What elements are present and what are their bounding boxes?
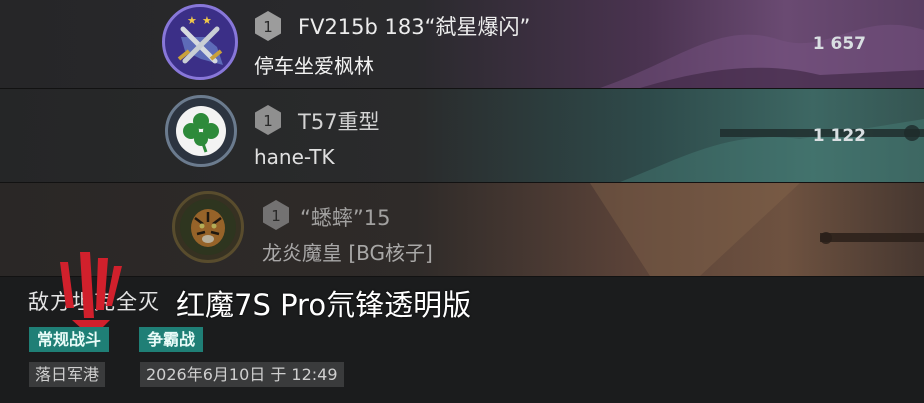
player-row-2[interactable]: 1 T57重型 hane-TK 1 122 (0, 89, 924, 182)
battle-mode-tag: 争霸战 (139, 327, 204, 352)
svg-text:1: 1 (271, 207, 281, 225)
vehicle-name: T57重型 (298, 110, 380, 134)
player-name: 龙炎魔皇 [BG核子] (262, 241, 433, 265)
score-value: 1 122 (812, 126, 866, 146)
svg-text:★: ★ (187, 14, 197, 27)
player-row-3[interactable]: 1 “蟋蟀”15 龙炎魔皇 [BG核子] (0, 183, 924, 276)
clover-emblem-icon (165, 95, 237, 167)
rank-badge-icon: 1 (252, 10, 284, 42)
vehicle-name: “蟋蟀”15 (300, 206, 391, 230)
vehicle-name: FV215b 183“弑星爆闪” (298, 15, 531, 39)
crossed-swords-emblem-icon: ★ ★ (162, 4, 238, 80)
device-watermark: 红魔7S Pro氘锋透明版 (176, 288, 472, 322)
player-name: 停车坐爱枫林 (254, 54, 374, 78)
score-value: 1 657 (812, 34, 866, 54)
player-row-1[interactable]: ★ ★ 1 FV215b 183“弑星爆闪” 停车坐爱枫林 1 657 (0, 0, 924, 88)
map-name: 落日军港 (29, 362, 106, 387)
player-name: hane-TK (254, 145, 335, 169)
rank-badge-icon: 1 (260, 199, 292, 231)
tiger-emblem-icon (172, 191, 244, 263)
vehicle-background (0, 89, 924, 182)
vehicle-background (0, 183, 924, 276)
svg-text:1: 1 (263, 18, 273, 36)
svg-text:1: 1 (263, 112, 273, 130)
svg-text:★: ★ (202, 14, 212, 27)
rank-badge-icon: 1 (252, 104, 284, 136)
battle-type-tag: 常规战斗 (29, 327, 110, 352)
battle-datetime: 2026年6月10日 于 12:49 (140, 362, 344, 387)
